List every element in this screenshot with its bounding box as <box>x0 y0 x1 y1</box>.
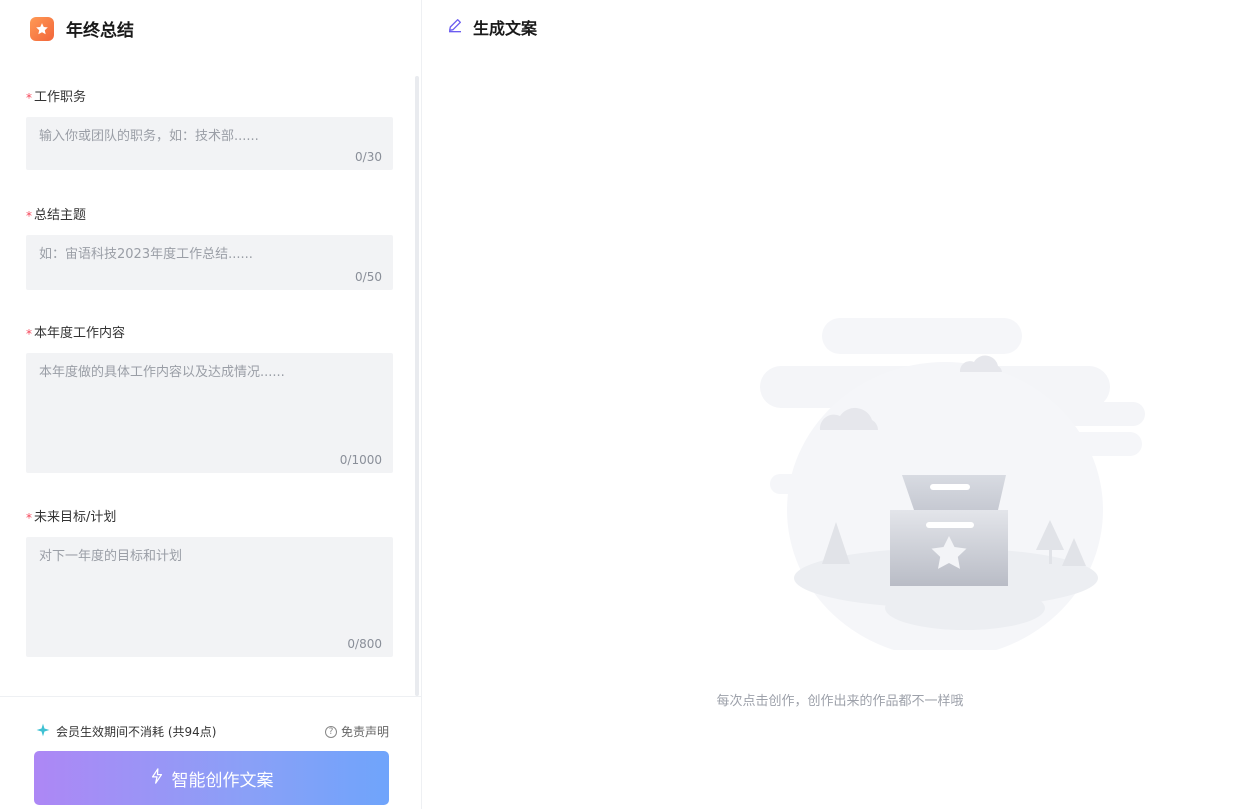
empty-state-text: 每次点击创作，创作出来的作品都不一样哦 <box>716 694 964 709</box>
required-mark: * <box>26 326 32 341</box>
future-goals-placeholder: 对下一年度的目标和计划 <box>39 549 183 564</box>
disclaimer-link[interactable]: ? 免责声明 <box>324 723 389 740</box>
empty-box-illustration <box>760 310 1145 658</box>
work-content-placeholder: 本年度做的具体工作内容以及达成情况...... <box>39 365 285 380</box>
field-label-text: 未来目标/计划 <box>34 510 117 525</box>
member-info: 会员生效期间不消耗 (共94点) <box>36 723 216 740</box>
field-work-content: * 本年度工作内容 本年度做的具体工作内容以及达成情况...... 0/1000 <box>26 322 393 473</box>
required-mark: * <box>26 90 32 105</box>
sparkle-icon <box>36 723 50 740</box>
field-label-text: 总结主题 <box>34 208 87 223</box>
char-counter: 0/1000 <box>339 453 382 467</box>
work-content-textarea[interactable]: 本年度做的具体工作内容以及达成情况...... 0/1000 <box>26 353 393 473</box>
app-root: 年终总结 * 工作职务 输入你或团队的职务，如：技术部...... 0/30 *… <box>0 0 1257 809</box>
create-button-label: 智能创作文案 <box>171 770 274 791</box>
create-copy-button[interactable]: 智能创作文案 <box>34 751 389 805</box>
form-footer: 会员生效期间不消耗 (共94点) ? 免责声明 智能创作文案 <box>0 696 422 809</box>
char-counter: 0/50 <box>355 270 382 284</box>
field-label: * 本年度工作内容 <box>26 322 393 341</box>
form-panel: 年终总结 * 工作职务 输入你或团队的职务，如：技术部...... 0/30 *… <box>0 0 422 809</box>
field-summary-theme: * 总结主题 如：宙语科技2023年度工作总结...... 0/50 <box>26 204 393 290</box>
summary-theme-input[interactable]: 如：宙语科技2023年度工作总结...... 0/50 <box>26 235 393 290</box>
app-title: 年终总结 <box>66 21 134 41</box>
job-position-placeholder: 输入你或团队的职务，如：技术部...... <box>39 129 259 144</box>
field-label-text: 本年度工作内容 <box>34 326 126 341</box>
pencil-icon <box>447 17 463 37</box>
field-label: * 未来目标/计划 <box>26 506 393 525</box>
app-header: 年终总结 <box>30 16 134 41</box>
required-mark: * <box>26 208 32 223</box>
char-counter: 0/800 <box>347 637 382 651</box>
result-title: 生成文案 <box>470 15 540 39</box>
field-label-text: 工作职务 <box>34 90 87 105</box>
result-panel: 生成文案 每次点击创作，创作出来的作品都不一样哦 <box>423 0 1257 809</box>
field-job-position: * 工作职务 输入你或团队的职务，如：技术部...... 0/30 <box>26 86 393 170</box>
lightning-icon <box>150 767 164 789</box>
disclaimer-text: 免责声明 <box>340 725 389 739</box>
field-label: * 工作职务 <box>26 86 393 105</box>
field-future-goals: * 未来目标/计划 对下一年度的目标和计划 0/800 <box>26 506 393 657</box>
char-counter: 0/30 <box>355 150 382 164</box>
result-header: 生成文案 <box>447 15 540 39</box>
scrollbar[interactable] <box>415 76 419 696</box>
field-label: * 总结主题 <box>26 204 393 223</box>
summary-theme-placeholder: 如：宙语科技2023年度工作总结...... <box>39 247 253 262</box>
member-text: 会员生效期间不消耗 (共94点) <box>56 725 217 739</box>
star-logo-icon <box>30 16 54 41</box>
question-icon: ? <box>324 725 337 738</box>
future-goals-textarea[interactable]: 对下一年度的目标和计划 0/800 <box>26 537 393 657</box>
job-position-input[interactable]: 输入你或团队的职务，如：技术部...... 0/30 <box>26 117 393 170</box>
required-mark: * <box>26 510 32 525</box>
